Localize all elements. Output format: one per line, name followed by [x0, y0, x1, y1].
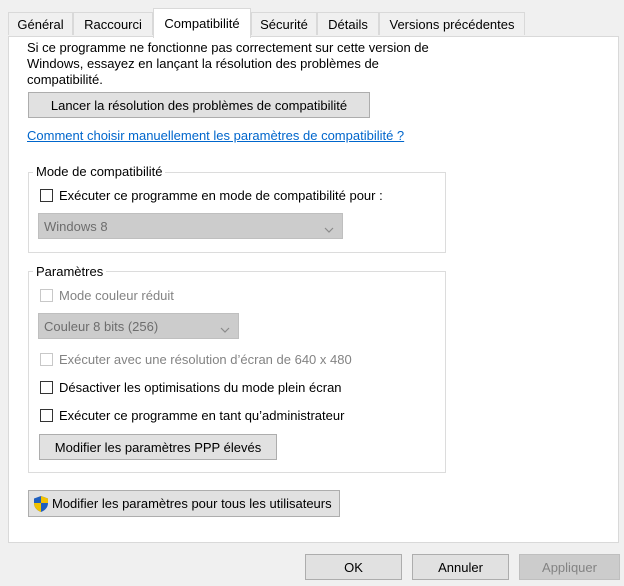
tab-settings[interactable]: Sécurité	[251, 12, 317, 35]
os-version-select[interactable]: Windows 8	[38, 213, 343, 239]
fullscreen-opt-checkbox[interactable]	[40, 381, 53, 394]
tab-general[interactable]: Général	[8, 12, 73, 35]
chevron-down-icon	[324, 222, 334, 237]
all-users-label: Modifier les paramètres pour tous les ut…	[52, 496, 332, 511]
resolution-640-checkbox[interactable]	[40, 353, 53, 366]
color-mode-value: Couleur 8 bits (256)	[44, 318, 159, 334]
compat-mode-checkbox[interactable]	[40, 189, 53, 202]
apply-button[interactable]: Appliquer	[519, 554, 620, 580]
color-mode-select[interactable]: Couleur 8 bits (256)	[38, 313, 239, 339]
intro-line-1: Si ce programme ne fonctionne pas correc…	[27, 40, 429, 55]
high-dpi-button[interactable]: Modifier les paramètres PPP élevés	[39, 434, 277, 460]
settings-legend: Paramètres	[33, 264, 107, 279]
reduced-color-label[interactable]: Mode couleur réduit	[59, 288, 174, 303]
os-version-value: Windows 8	[44, 218, 108, 234]
intro-line-2: Windows, essayez en lançant la résolutio…	[27, 56, 379, 71]
intro-line-3: compatibilité.	[27, 72, 103, 87]
help-link[interactable]: Comment choisir manuellement les paramèt…	[27, 128, 404, 143]
troubleshoot-button[interactable]: Lancer la résolution des problèmes de co…	[28, 92, 370, 118]
all-users-button[interactable]: Modifier les paramètres pour tous les ut…	[28, 490, 340, 517]
run-as-admin-label[interactable]: Exécuter ce programme en tant qu’adminis…	[59, 408, 344, 423]
tab-details[interactable]: Détails	[317, 12, 379, 35]
ok-button[interactable]: OK	[305, 554, 402, 580]
tab-compatibility[interactable]: Compatibilité	[153, 8, 251, 38]
compat-mode-legend: Mode de compatibilité	[33, 164, 166, 179]
reduced-color-checkbox[interactable]	[40, 289, 53, 302]
tab-raccourci[interactable]: Raccourci	[73, 12, 153, 35]
compat-mode-label[interactable]: Exécuter ce programme en mode de compati…	[59, 188, 383, 203]
run-as-admin-checkbox[interactable]	[40, 409, 53, 422]
fullscreen-opt-label[interactable]: Désactiver les optimisations du mode ple…	[59, 380, 342, 395]
cancel-button[interactable]: Annuler	[412, 554, 509, 580]
resolution-640-label[interactable]: Exécuter avec une résolution d’écran de …	[59, 352, 352, 367]
shield-icon	[32, 495, 50, 513]
chevron-down-icon	[220, 322, 230, 337]
tab-previous-versions[interactable]: Versions précédentes	[379, 12, 525, 35]
